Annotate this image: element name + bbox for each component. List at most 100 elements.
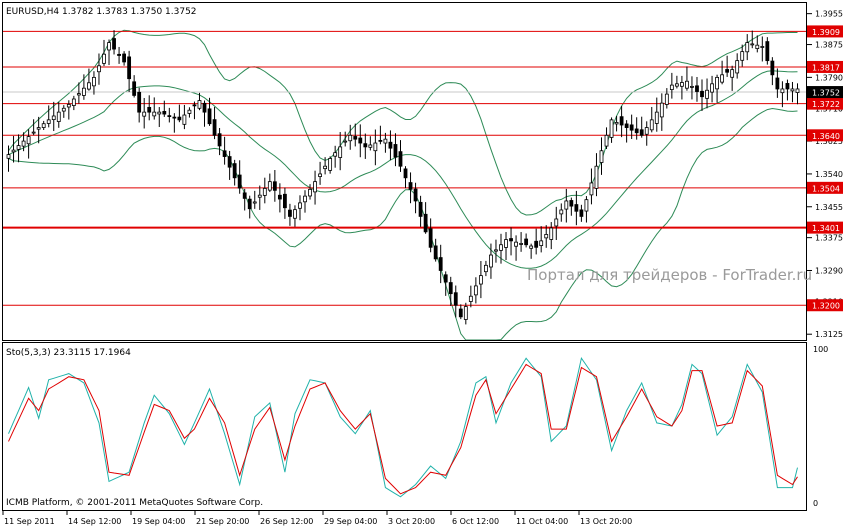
candle-body — [283, 193, 287, 209]
candle-body — [187, 109, 192, 114]
candle-body — [680, 82, 684, 87]
candle-body — [674, 83, 679, 87]
candle-body — [383, 138, 388, 144]
candle-body — [604, 134, 609, 147]
price-tick-label: 1.3290 — [815, 266, 843, 275]
candle-body — [298, 202, 302, 209]
candle-body — [594, 165, 599, 189]
candle-body — [152, 111, 157, 117]
candle-body — [730, 69, 735, 78]
trading-chart[interactable]: Портал для трейдеров - ForTrader.ru EURU… — [0, 0, 845, 528]
candle-body — [172, 116, 177, 119]
candle-body — [207, 108, 212, 125]
candle-body — [775, 77, 780, 90]
candle-body — [393, 144, 398, 158]
candle-body — [755, 44, 760, 49]
time-tick-label: 29 Sep 04:00 — [324, 517, 377, 526]
candle-body — [303, 195, 307, 203]
candle-body — [348, 134, 353, 142]
candle-body — [629, 124, 634, 131]
candle-body — [715, 76, 719, 90]
candle-body — [36, 127, 41, 130]
candle-body — [509, 238, 513, 242]
candle-body — [16, 145, 21, 150]
time-tick-label: 11 Oct 04:00 — [516, 517, 568, 526]
candle-body — [192, 104, 197, 107]
time-tick-label: 11 Sep 2011 — [4, 517, 55, 526]
candle-body — [242, 192, 247, 199]
candle-body — [745, 42, 750, 53]
candle-body — [468, 295, 473, 302]
candle-body — [423, 213, 428, 233]
candle-body — [549, 227, 554, 240]
candle-body — [484, 264, 488, 273]
candle-body — [97, 65, 101, 73]
candle-body — [247, 198, 252, 210]
price-tick-label: 1.3125 — [815, 330, 843, 339]
candle-body — [609, 119, 614, 138]
trading-chart-window[interactable]: Портал для трейдеров - ForTrader.ru EURU… — [0, 0, 845, 528]
candle-body — [262, 188, 267, 196]
candle-body — [478, 275, 483, 285]
candle-body — [222, 150, 227, 157]
candle-body — [559, 209, 564, 215]
time-tick-label: 14 Sep 12:00 — [68, 517, 121, 526]
candle-body — [127, 56, 132, 80]
time-tick-label: 26 Sep 12:00 — [260, 517, 313, 526]
candle-body — [31, 131, 36, 134]
candle-body — [182, 114, 187, 125]
level-price-label: 1.3817 — [812, 63, 840, 72]
candle-body — [277, 194, 282, 200]
candle-body — [664, 93, 669, 105]
level-price-label: 1.3401 — [812, 224, 840, 233]
candle-body — [41, 123, 46, 128]
candle-body — [338, 146, 343, 158]
stochastic-label: Sto(5,3,3) 23.3115 17.1964 — [6, 348, 131, 358]
price-tick-label: 1.3540 — [815, 170, 843, 179]
candle-body — [529, 245, 534, 249]
current-price-label: 1.3752 — [812, 89, 840, 98]
candle-body — [333, 152, 338, 157]
candle-body — [227, 156, 232, 168]
candle-body — [735, 60, 740, 74]
candle-body — [217, 133, 222, 147]
candle-body — [619, 116, 624, 126]
candle-body — [418, 201, 423, 217]
candle-body — [750, 43, 755, 46]
candle-body — [363, 143, 368, 148]
candle-body — [690, 85, 694, 88]
candle-body — [519, 243, 523, 245]
candle-body — [202, 102, 207, 113]
candle-body — [448, 282, 453, 295]
candle-body — [599, 150, 604, 163]
candle-body — [428, 228, 433, 248]
candle-body — [760, 46, 765, 48]
time-tick-label: 21 Sep 20:00 — [196, 517, 249, 526]
candle-body — [639, 129, 644, 136]
candle-body — [408, 182, 413, 190]
candle-body — [122, 53, 126, 63]
candle-body — [654, 111, 659, 124]
candle-body — [102, 53, 106, 64]
candle-body — [710, 83, 714, 93]
candle-body — [685, 80, 689, 89]
candle-body — [267, 181, 272, 191]
price-tick-label: 1.3875 — [815, 41, 843, 50]
candle-body — [26, 136, 31, 145]
price-tick-label: 1.3955 — [815, 10, 843, 19]
candle-body — [453, 292, 458, 306]
candle-body — [11, 149, 16, 153]
price-tick-label: 1.3790 — [815, 73, 843, 82]
candle-body — [76, 93, 81, 96]
candle-body — [272, 181, 277, 191]
candle-body — [700, 90, 704, 98]
candle-body — [6, 154, 11, 159]
candle-body — [473, 285, 478, 296]
candle-body — [147, 106, 152, 113]
candle-body — [212, 119, 217, 136]
candle-body — [197, 100, 202, 109]
candle-body — [313, 181, 317, 193]
candle-body — [494, 249, 498, 252]
candle-body — [323, 165, 328, 170]
candle-body — [438, 257, 443, 271]
